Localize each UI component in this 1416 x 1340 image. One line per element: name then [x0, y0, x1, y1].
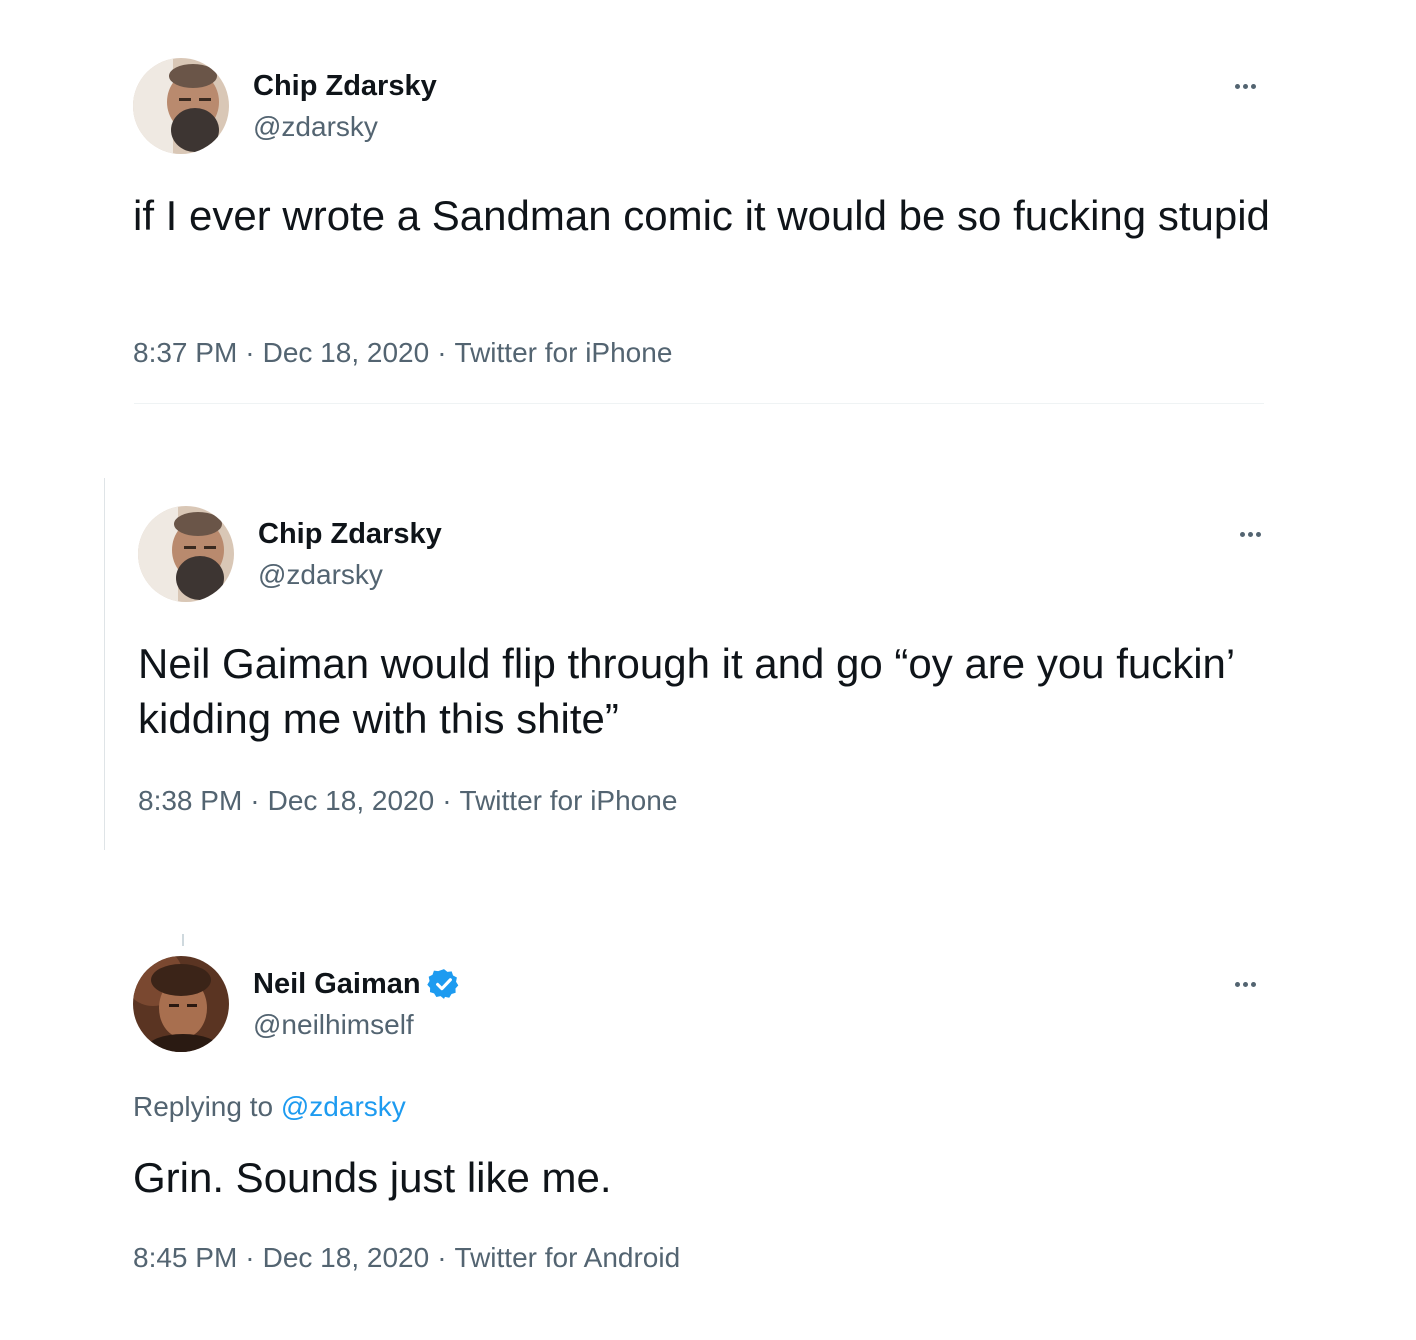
meta-separator: ·: [442, 785, 452, 816]
meta-separator: ·: [245, 337, 255, 368]
avatar[interactable]: [138, 506, 234, 602]
user-handle[interactable]: @zdarsky: [253, 111, 378, 143]
tweet-meta: 8:45 PM · Dec 18, 2020 · Twitter for Android: [133, 1242, 680, 1274]
bearded-man-avatar-icon: [138, 506, 234, 602]
avatar[interactable]: [133, 956, 229, 1052]
portrait-avatar-icon: [133, 956, 229, 1052]
more-options-icon[interactable]: [1225, 76, 1265, 96]
meta-separator: ·: [437, 1242, 447, 1273]
avatar[interactable]: [133, 58, 229, 154]
more-options-icon[interactable]: [1225, 974, 1265, 994]
user-handle[interactable]: @neilhimself: [253, 1009, 414, 1041]
display-name[interactable]: Neil Gaiman: [253, 968, 421, 1001]
tweet-time[interactable]: 8:45 PM: [133, 1242, 237, 1273]
tweet-date[interactable]: Dec 18, 2020: [268, 785, 435, 816]
thread-connector: [182, 934, 184, 946]
tweet-date[interactable]: Dec 18, 2020: [263, 337, 430, 368]
replying-prefix: Replying to: [133, 1091, 274, 1122]
display-name[interactable]: Chip Zdarsky: [258, 518, 442, 551]
more-options-icon[interactable]: [1230, 524, 1270, 544]
tweet-source[interactable]: Twitter for iPhone: [455, 337, 673, 368]
meta-separator: ·: [250, 785, 260, 816]
display-name[interactable]: Chip Zdarsky: [253, 70, 437, 103]
tweet-time[interactable]: 8:38 PM: [138, 785, 242, 816]
tweet-time[interactable]: 8:37 PM: [133, 337, 237, 368]
meta-separator: ·: [437, 337, 447, 368]
tweet-text: Neil Gaiman would flip through it and go…: [138, 640, 1234, 742]
replying-to: Replying to @zdarsky: [133, 1091, 406, 1123]
reply-mention-link[interactable]: @zdarsky: [281, 1091, 406, 1122]
divider: [134, 403, 1264, 404]
meta-separator: ·: [245, 1242, 255, 1273]
bearded-man-avatar-icon: [133, 58, 229, 154]
tweet-meta: 8:37 PM · Dec 18, 2020 · Twitter for iPhone: [133, 337, 672, 369]
tweet-text: Grin. Sounds just like me.: [133, 1154, 612, 1201]
tweet-source[interactable]: Twitter for Android: [455, 1242, 681, 1273]
thread-line: [104, 478, 105, 850]
tweet-source[interactable]: Twitter for iPhone: [460, 785, 678, 816]
tweet-date[interactable]: Dec 18, 2020: [263, 1242, 430, 1273]
tweet-meta: 8:38 PM · Dec 18, 2020 · Twitter for iPhone: [138, 785, 677, 817]
tweet-text: if I ever wrote a Sandman comic it would…: [133, 192, 1270, 239]
verified-badge-icon: [426, 969, 458, 999]
user-handle[interactable]: @zdarsky: [258, 559, 383, 591]
